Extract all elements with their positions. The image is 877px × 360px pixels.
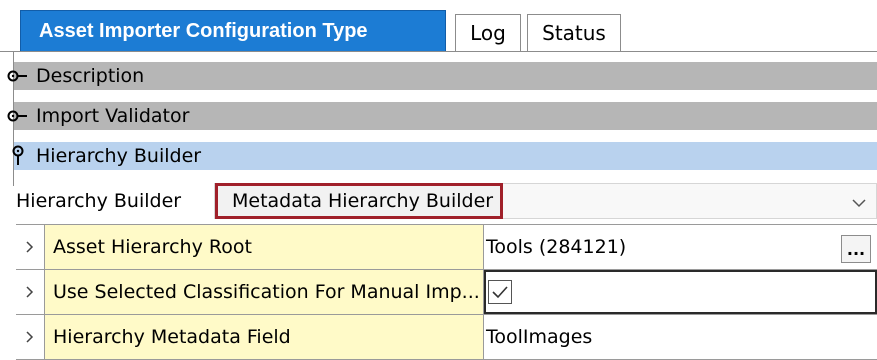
tab-asset-importer-configuration-type[interactable]: Asset Importer Configuration Type	[20, 10, 446, 51]
property-name: Asset Hierarchy Root	[45, 225, 484, 269]
property-name: Hierarchy Metadata Field	[45, 315, 484, 359]
expand-row-icon[interactable]	[16, 270, 45, 314]
section-label: Description	[36, 65, 145, 87]
tab-divider	[0, 51, 877, 52]
expand-row-icon[interactable]	[16, 225, 45, 269]
browse-button[interactable]: ...	[841, 235, 871, 263]
property-name: Use Selected Classification For Manual I…	[45, 270, 484, 314]
property-value-use-selected-classification	[484, 270, 877, 314]
property-value-asset-hierarchy-root[interactable]: Tools (284121) ...	[484, 225, 877, 269]
hierarchy-builder-selected-value: Metadata Hierarchy Builder	[215, 183, 503, 219]
tab-status[interactable]: Status	[527, 14, 621, 51]
section-description[interactable]: Description	[7, 62, 877, 90]
property-value-hierarchy-metadata-field[interactable]: ToolImages	[484, 315, 877, 359]
tab-strip: Asset Importer Configuration Type Log St…	[0, 0, 877, 52]
section-hierarchy-builder[interactable]: Hierarchy Builder	[12, 142, 877, 170]
section-label: Hierarchy Builder	[36, 145, 202, 167]
property-row-hierarchy-metadata-field: Hierarchy Metadata Field ToolImages	[16, 315, 877, 360]
section-import-validator[interactable]: Import Validator	[7, 102, 877, 130]
property-row-asset-hierarchy-root: Asset Hierarchy Root Tools (284121) ...	[16, 225, 877, 270]
tab-label: Status	[542, 21, 606, 45]
property-row-use-selected-classification: Use Selected Classification For Manual I…	[16, 270, 877, 315]
use-selected-classification-checkbox[interactable]	[488, 280, 512, 304]
hierarchy-builder-dropdown[interactable]: Metadata Hierarchy Builder	[214, 183, 877, 219]
key-collapsed-icon	[0, 102, 36, 130]
key-expanded-icon	[0, 142, 36, 170]
tab-label: Asset Importer Configuration Type	[39, 19, 368, 42]
chevron-down-icon[interactable]	[848, 192, 870, 214]
tab-log[interactable]: Log	[455, 14, 521, 51]
hierarchy-builder-label: Hierarchy Builder	[16, 190, 182, 212]
section-label: Import Validator	[36, 105, 190, 127]
checkmark-icon	[492, 286, 508, 299]
tab-label: Log	[470, 21, 506, 45]
property-value-text: ToolImages	[486, 326, 593, 348]
key-collapsed-icon	[0, 62, 36, 90]
expand-row-icon[interactable]	[16, 315, 45, 359]
property-value-text: Tools (284121)	[486, 236, 627, 258]
property-grid: Asset Hierarchy Root Tools (284121) ... …	[16, 224, 877, 360]
